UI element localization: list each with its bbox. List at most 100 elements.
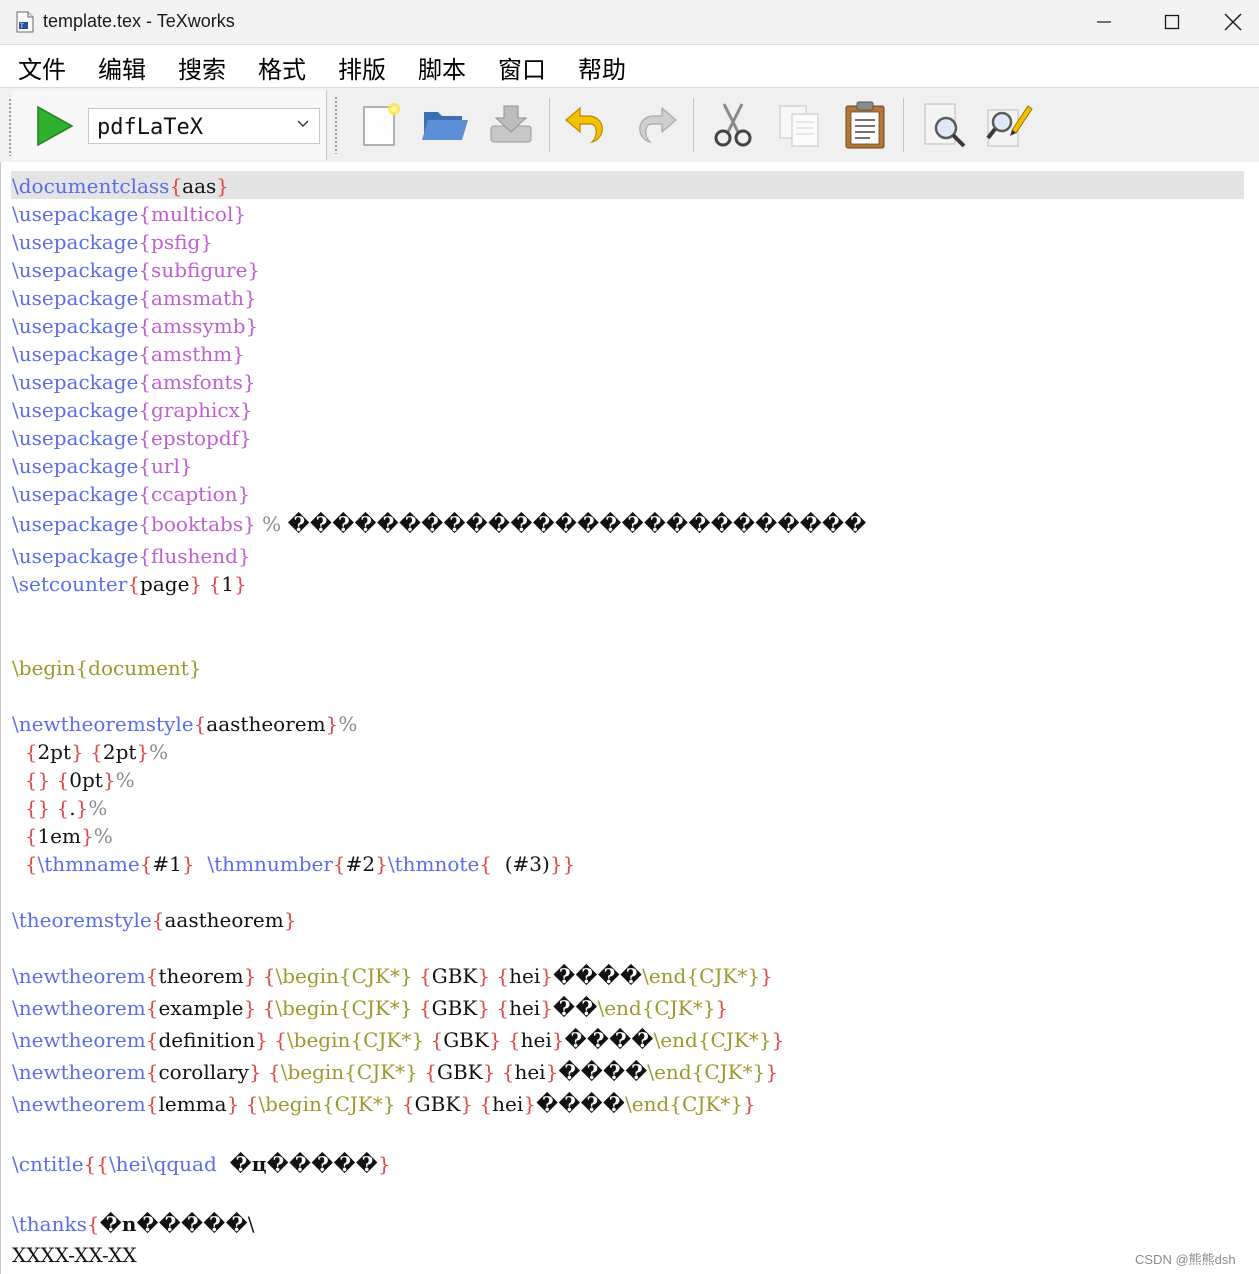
code-token-text: aas xyxy=(182,174,217,198)
code-token-brace: } xyxy=(283,908,297,932)
watermark: CSDN @熊熊dsh xyxy=(1135,1252,1236,1267)
menu-help[interactable]: 帮助 xyxy=(578,50,626,85)
typeset-engine-select[interactable]: pdfLaTeX xyxy=(88,108,320,144)
code-token-brace: { xyxy=(127,572,141,596)
code-token-brace: { xyxy=(139,852,153,876)
code-token-brace: { xyxy=(267,1028,287,1052)
code-token-brace: } xyxy=(243,964,257,988)
code-token-text: page xyxy=(140,572,190,596)
menu-file[interactable]: 文件 xyxy=(18,50,66,85)
code-token-brace: } xyxy=(181,852,195,876)
code-token-text: #2 xyxy=(345,852,376,876)
code-token-brace: } xyxy=(80,824,94,848)
menu-bar: 文件 编辑 搜索 格式 排版 脚本 窗口 帮助 xyxy=(0,45,1259,87)
folder-open-icon xyxy=(422,112,468,140)
code-line: \newtheoremstyle{aastheorem}% xyxy=(12,711,357,737)
code-token-garbled: ���� xyxy=(558,1060,648,1084)
play-icon xyxy=(37,105,74,147)
minimize-button[interactable] xyxy=(1070,0,1138,44)
code-token-brace: { xyxy=(83,740,103,764)
code-token-brace: { xyxy=(256,996,276,1020)
menu-edit[interactable]: 编辑 xyxy=(98,50,146,85)
code-token-text: lemma xyxy=(158,1092,227,1116)
paste-button[interactable] xyxy=(840,100,890,150)
code-line: XXXX-XX-XX xyxy=(12,1242,137,1268)
code-token-pkg: {amsfonts} xyxy=(138,370,256,394)
code-token-cmd: \newtheorem xyxy=(12,1028,146,1052)
undo-button[interactable] xyxy=(562,100,612,150)
code-token-comment: % xyxy=(115,768,135,792)
code-token-brace: } xyxy=(488,1028,502,1052)
new-document-button[interactable] xyxy=(356,100,406,150)
menu-window[interactable]: 窗口 xyxy=(498,50,546,85)
code-token-brace: { xyxy=(473,1092,493,1116)
code-token-text: GBK xyxy=(431,996,478,1020)
code-token-brace: } xyxy=(216,174,230,198)
toolbar: pdfLaTeX xyxy=(0,87,1259,163)
code-token-text: \ xyxy=(247,1212,255,1236)
close-button[interactable] xyxy=(1206,0,1259,44)
code-token-brace: } xyxy=(233,572,247,596)
open-button[interactable] xyxy=(420,100,470,150)
code-token-pkg: {amsmath} xyxy=(138,286,257,310)
code-line: \usepackage{amsfonts} xyxy=(12,369,256,395)
code-line: \newtheorem{definition} {\begin{CJK*} {G… xyxy=(12,1027,784,1053)
code-token-cmd: \usepackage xyxy=(12,342,139,366)
code-token-comment: % xyxy=(338,712,358,736)
code-token-brace: } xyxy=(102,768,116,792)
code-token-brace: } xyxy=(243,996,257,1020)
code-token-brace: { xyxy=(86,1212,100,1236)
code-token-brace: { xyxy=(424,1028,444,1052)
code-line: {\thmname{#1} \thmnumber{#2}\thmnote{ (#… xyxy=(12,851,576,877)
toolbar-separator xyxy=(903,98,904,152)
code-token-brace: { xyxy=(490,964,510,988)
code-token-brace: } xyxy=(477,996,490,1020)
save-button[interactable] xyxy=(486,100,536,150)
code-token-cmd: \usepackage xyxy=(12,482,139,506)
replace-button[interactable] xyxy=(984,100,1034,150)
menu-typeset[interactable]: 排版 xyxy=(338,50,386,85)
code-token-env: \begin{CJK*} xyxy=(275,964,413,988)
menu-search[interactable]: 搜索 xyxy=(178,50,226,85)
code-token-brace: } xyxy=(551,1028,565,1052)
find-button[interactable] xyxy=(920,100,970,150)
toolbar-grip[interactable] xyxy=(8,98,12,156)
maximize-icon xyxy=(1164,14,1180,30)
code-token-brace: } xyxy=(226,1092,240,1116)
menu-format[interactable]: 格式 xyxy=(258,50,306,85)
save-icon xyxy=(490,105,532,143)
code-line: \newtheorem{theorem} {\begin{CJK*} {GBK}… xyxy=(12,963,773,989)
cut-button[interactable] xyxy=(708,100,758,150)
code-token-pkg: {amssymb} xyxy=(138,314,259,338)
code-token-garbled: ���� xyxy=(564,1028,654,1052)
code-token-text: 0pt xyxy=(69,768,103,792)
code-token-cmd: \newtheorem xyxy=(12,1060,146,1084)
code-line: {} {.}% xyxy=(12,795,108,821)
code-token-env: \begin{CJK*} xyxy=(258,1092,396,1116)
code-line: \newtheorem{lemma} {\begin{CJK*} {GBK} {… xyxy=(12,1091,756,1117)
maximize-button[interactable] xyxy=(1138,0,1206,44)
toolbar-separator xyxy=(693,98,694,152)
code-token-brace: { xyxy=(489,996,510,1020)
code-token-brace: { xyxy=(24,852,38,876)
typeset-button[interactable] xyxy=(34,104,76,148)
copy-button[interactable] xyxy=(774,100,824,150)
code-token-brace: { xyxy=(145,1060,159,1084)
code-token-brace: } xyxy=(377,1152,391,1176)
code-token-garbled: �ц����� xyxy=(229,1152,378,1176)
code-token-cmd: \setcounter xyxy=(12,572,128,596)
typeset-toolbar: pdfLaTeX xyxy=(8,90,327,160)
code-token-cmd: \documentclass xyxy=(12,174,170,198)
title-bar: T template.tex - TeXworks xyxy=(0,0,1259,45)
code-token-text: corollary xyxy=(158,1060,249,1084)
source-editor[interactable]: \documentclass{aas} \usepackage{multicol}… xyxy=(0,162,1259,1274)
code-token-garbled: ���� xyxy=(553,964,643,988)
menu-scripts[interactable]: 脚本 xyxy=(418,50,466,85)
code-token-brace: } xyxy=(760,964,773,988)
code-token-brace: { xyxy=(501,1028,521,1052)
code-line: \usepackage{amssymb} xyxy=(12,313,258,339)
code-token-pkg: {amsthm} xyxy=(138,342,245,366)
toolbar-grip[interactable] xyxy=(334,96,338,154)
redo-button[interactable] xyxy=(630,100,680,150)
